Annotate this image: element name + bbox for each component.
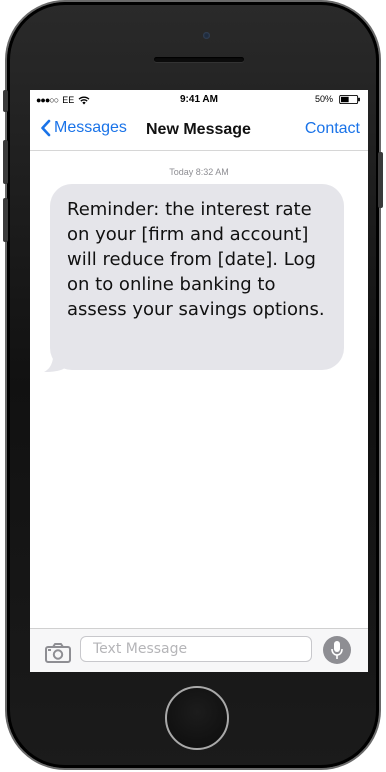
camera-icon[interactable] [45, 643, 71, 663]
volume-down-button [3, 198, 8, 242]
mute-switch [3, 90, 8, 112]
power-button [378, 152, 383, 208]
microphone-button[interactable] [323, 636, 351, 664]
volume-up-button [3, 140, 8, 184]
status-right: 50% [315, 94, 362, 104]
status-bar: ●●●○○ EE 9:41 AM 50% [30, 90, 368, 110]
message-text: Reminder: the interest rate on your [fir… [67, 199, 325, 320]
phone-screen: ●●●○○ EE 9:41 AM 50% Messages New Messag… [30, 90, 368, 672]
microphone-icon [331, 641, 343, 659]
battery-percent: 50% [314, 94, 333, 104]
front-camera [203, 32, 210, 39]
message-timestamp: Today 8:32 AM [169, 167, 229, 177]
navigation-bar: Messages New Message Contact [30, 110, 368, 151]
text-message-input[interactable] [80, 636, 312, 662]
back-button-label: Messages [54, 119, 127, 136]
compose-bar [30, 628, 368, 672]
home-button[interactable] [165, 686, 229, 750]
chevron-left-icon [41, 119, 51, 137]
contact-button[interactable]: Contact [305, 120, 360, 138]
earpiece-speaker [154, 57, 244, 62]
battery-icon [339, 94, 360, 104]
incoming-message: Reminder: the interest rate on your [fir… [42, 184, 346, 374]
back-button[interactable]: Messages [40, 119, 127, 137]
page-title: New Message [146, 121, 251, 138]
